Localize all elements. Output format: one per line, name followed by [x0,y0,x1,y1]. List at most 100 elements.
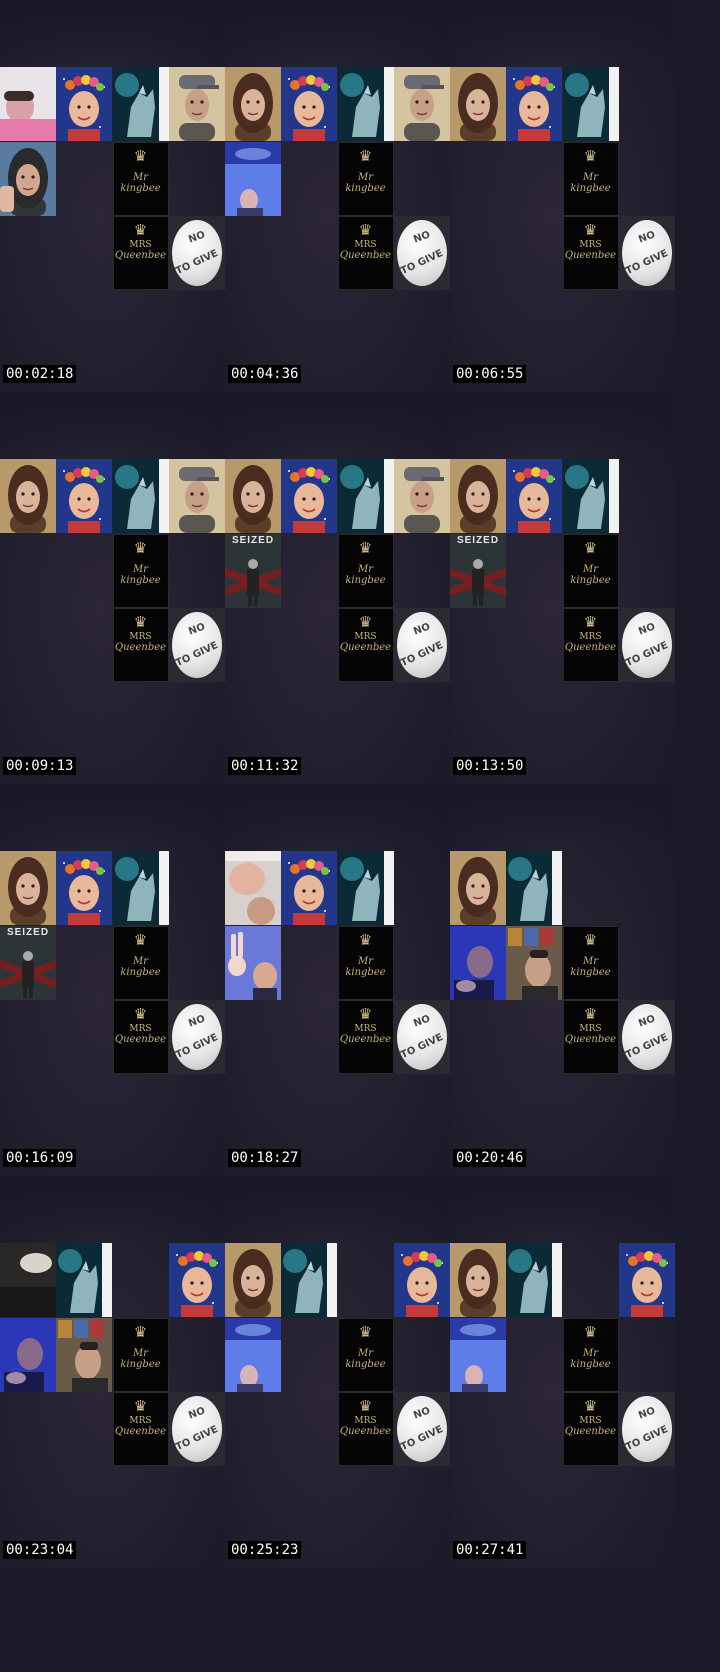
wolf-moon-image [112,459,169,533]
pin-button-icon: NO TO GIVE [171,1396,222,1462]
mr-kingbee-logo: ♛ Mr kingbee [562,142,619,216]
mr-kingbee-logo: ♛ Mr kingbee [112,142,169,216]
kingbee-text: Mr kingbee [345,564,386,586]
video-frame-thumbnail[interactable]: ♛ Mr kingbee ♛ MRS Queenbee NO TO GIVE 00:27:41 [450,1176,675,1568]
woman-long-hair-camera [450,851,506,925]
pink-person-camera [0,67,56,141]
mr-kingbee-logo: ♛ Mr kingbee [337,534,394,608]
queenbee-text-line1: MRS [129,1416,152,1426]
flower-crown-woman-portrait [168,1243,225,1317]
wolf-moon-image [337,851,394,925]
mr-kingbee-logo: ♛ Mr kingbee [337,142,394,216]
crown-icon: ♛ [133,1005,148,1023]
frame-timestamp: 00:04:36 [228,365,302,383]
man-thumbs-up-camera [0,142,56,216]
mr-kingbee-logo: ♛ Mr kingbee [562,926,619,1000]
woman-long-hair-camera [225,67,281,141]
kingbee-text: Mr kingbee [120,564,161,586]
video-frame-thumbnail[interactable]: SEIZED ♛ Mr kingbee ♛ MRS Queenbee NO TO GIVE 00… [450,392,675,784]
queenbee-text-line1: MRS [129,240,152,250]
queenbee-text-line2: Queenbee [339,1426,392,1437]
video-frame-thumbnail[interactable]: SEIZED ♛ Mr kingbee ♛ MRS Queenbee NO TO GIVE 00… [225,392,450,784]
wolf-moon-image [562,67,619,141]
kingbee-text: Mr kingbee [120,172,161,194]
crown-icon: ♛ [583,221,598,239]
queenbee-text-line1: MRS [354,1024,377,1034]
queenbee-text-line2: Queenbee [339,1034,392,1045]
queenbee-text-line1: MRS [579,1416,602,1426]
mrs-queenbee-logo: ♛ MRS Queenbee [112,1000,169,1074]
queenbee-text-line2: Queenbee [564,1426,617,1437]
pin-button-icon: NO TO GIVE [621,612,672,678]
video-frame-thumbnail[interactable]: ♛ Mr kingbee ♛ MRS Queenbee NO TO GIVE 00:18:27 [225,784,450,1176]
pin-button-icon: NO TO GIVE [396,1396,447,1462]
wolf-moon-image [337,459,394,533]
queenbee-text-line1: MRS [579,1024,602,1034]
frame-timestamp: 00:23:04 [3,1541,77,1559]
woman-long-hair-camera [450,67,506,141]
mrs-queenbee-logo: ♛ MRS Queenbee [337,1392,394,1466]
mrs-queenbee-logo: ♛ MRS Queenbee [337,608,394,682]
contact-sheet: ♛ Mr kingbee ♛ MRS Queenbee NO TO GIVE 00:02:18 [0,0,675,1568]
flower-crown-woman-portrait [506,67,563,141]
video-frame-thumbnail[interactable]: SEIZED ♛ Mr kingbee ♛ MRS Queenbee NO TO GIVE 00… [0,784,225,1176]
flower-crown-woman-portrait [56,459,113,533]
woman-long-hair-camera [225,1243,281,1317]
no-to-give-button-image: NO TO GIVE [168,216,225,290]
seized-title: SEIZED [231,535,275,546]
crown-icon: ♛ [583,1323,598,1341]
crown-icon: ♛ [583,931,598,949]
give-text-line2: TO GIVE [173,1031,220,1062]
video-frame-thumbnail[interactable]: ♛ Mr kingbee ♛ MRS Queenbee NO TO GIVE 00:20:46 [450,784,675,1176]
kingbee-text: Mr kingbee [345,956,386,978]
no-to-give-button-image: NO TO GIVE [168,608,225,682]
mrs-queenbee-logo: ♛ MRS Queenbee [112,1392,169,1466]
wolf-moon-image [506,851,563,925]
give-text-line2: TO GIVE [623,1031,670,1062]
man-with-cap-camera [393,459,450,533]
kingbee-text: Mr kingbee [570,564,611,586]
mr-kingbee-logo: ♛ Mr kingbee [112,534,169,608]
queenbee-text-line1: MRS [354,240,377,250]
blue-light-person-camera [225,142,281,216]
queenbee-text-line1: MRS [129,1024,152,1034]
give-text-line2: TO GIVE [398,247,445,278]
seized-poster: SEIZED [0,926,56,1000]
queenbee-text-line1: MRS [354,1416,377,1426]
crown-icon: ♛ [583,1397,598,1415]
queenbee-text-line2: Queenbee [339,642,392,653]
no-to-give-button-image: NO TO GIVE [393,1000,450,1074]
queenbee-text-line1: MRS [354,632,377,642]
crown-icon: ♛ [133,1323,148,1341]
wolf-moon-image [112,851,169,925]
crown-icon: ♛ [358,147,373,165]
queenbee-text-line2: Queenbee [114,1034,167,1045]
give-text-line2: TO GIVE [623,247,670,278]
video-frame-thumbnail[interactable]: ♛ Mr kingbee ♛ MRS Queenbee NO TO GIVE 00:23:04 [0,1176,225,1568]
video-frame-thumbnail[interactable]: ♛ Mr kingbee ♛ MRS Queenbee NO TO GIVE 00:09:13 [0,392,225,784]
no-to-give-button-image: NO TO GIVE [618,1392,675,1466]
crown-icon: ♛ [358,931,373,949]
pin-button-icon: NO TO GIVE [396,612,447,678]
crown-icon: ♛ [583,1005,598,1023]
video-frame-thumbnail[interactable]: ♛ Mr kingbee ♛ MRS Queenbee NO TO GIVE 00:04:36 [225,0,450,392]
woman-long-hair-camera [0,851,56,925]
mrs-queenbee-logo: ♛ MRS Queenbee [337,1000,394,1074]
flower-crown-woman-portrait [281,459,338,533]
video-frame-thumbnail[interactable]: ♛ Mr kingbee ♛ MRS Queenbee NO TO GIVE 00:25:23 [225,1176,450,1568]
video-frame-thumbnail[interactable]: ♛ Mr kingbee ♛ MRS Queenbee NO TO GIVE 00:06:55 [450,0,675,392]
kingbee-text: Mr kingbee [345,1348,386,1370]
wolf-moon-image [56,1243,113,1317]
mrs-queenbee-logo: ♛ MRS Queenbee [562,1392,619,1466]
frame-timestamp: 00:20:46 [453,1149,527,1167]
no-to-give-button-image: NO TO GIVE [393,216,450,290]
frame-timestamp: 00:09:13 [3,757,77,775]
wolf-moon-image [506,1243,563,1317]
no-to-give-button-image: NO TO GIVE [618,608,675,682]
dark-room-camera [0,1243,56,1317]
crown-icon: ♛ [583,613,598,631]
queenbee-text-line1: MRS [579,632,602,642]
give-text-line2: TO GIVE [623,639,670,670]
man-with-cap-camera [168,67,225,141]
video-frame-thumbnail[interactable]: ♛ Mr kingbee ♛ MRS Queenbee NO TO GIVE 00:02:18 [0,0,225,392]
